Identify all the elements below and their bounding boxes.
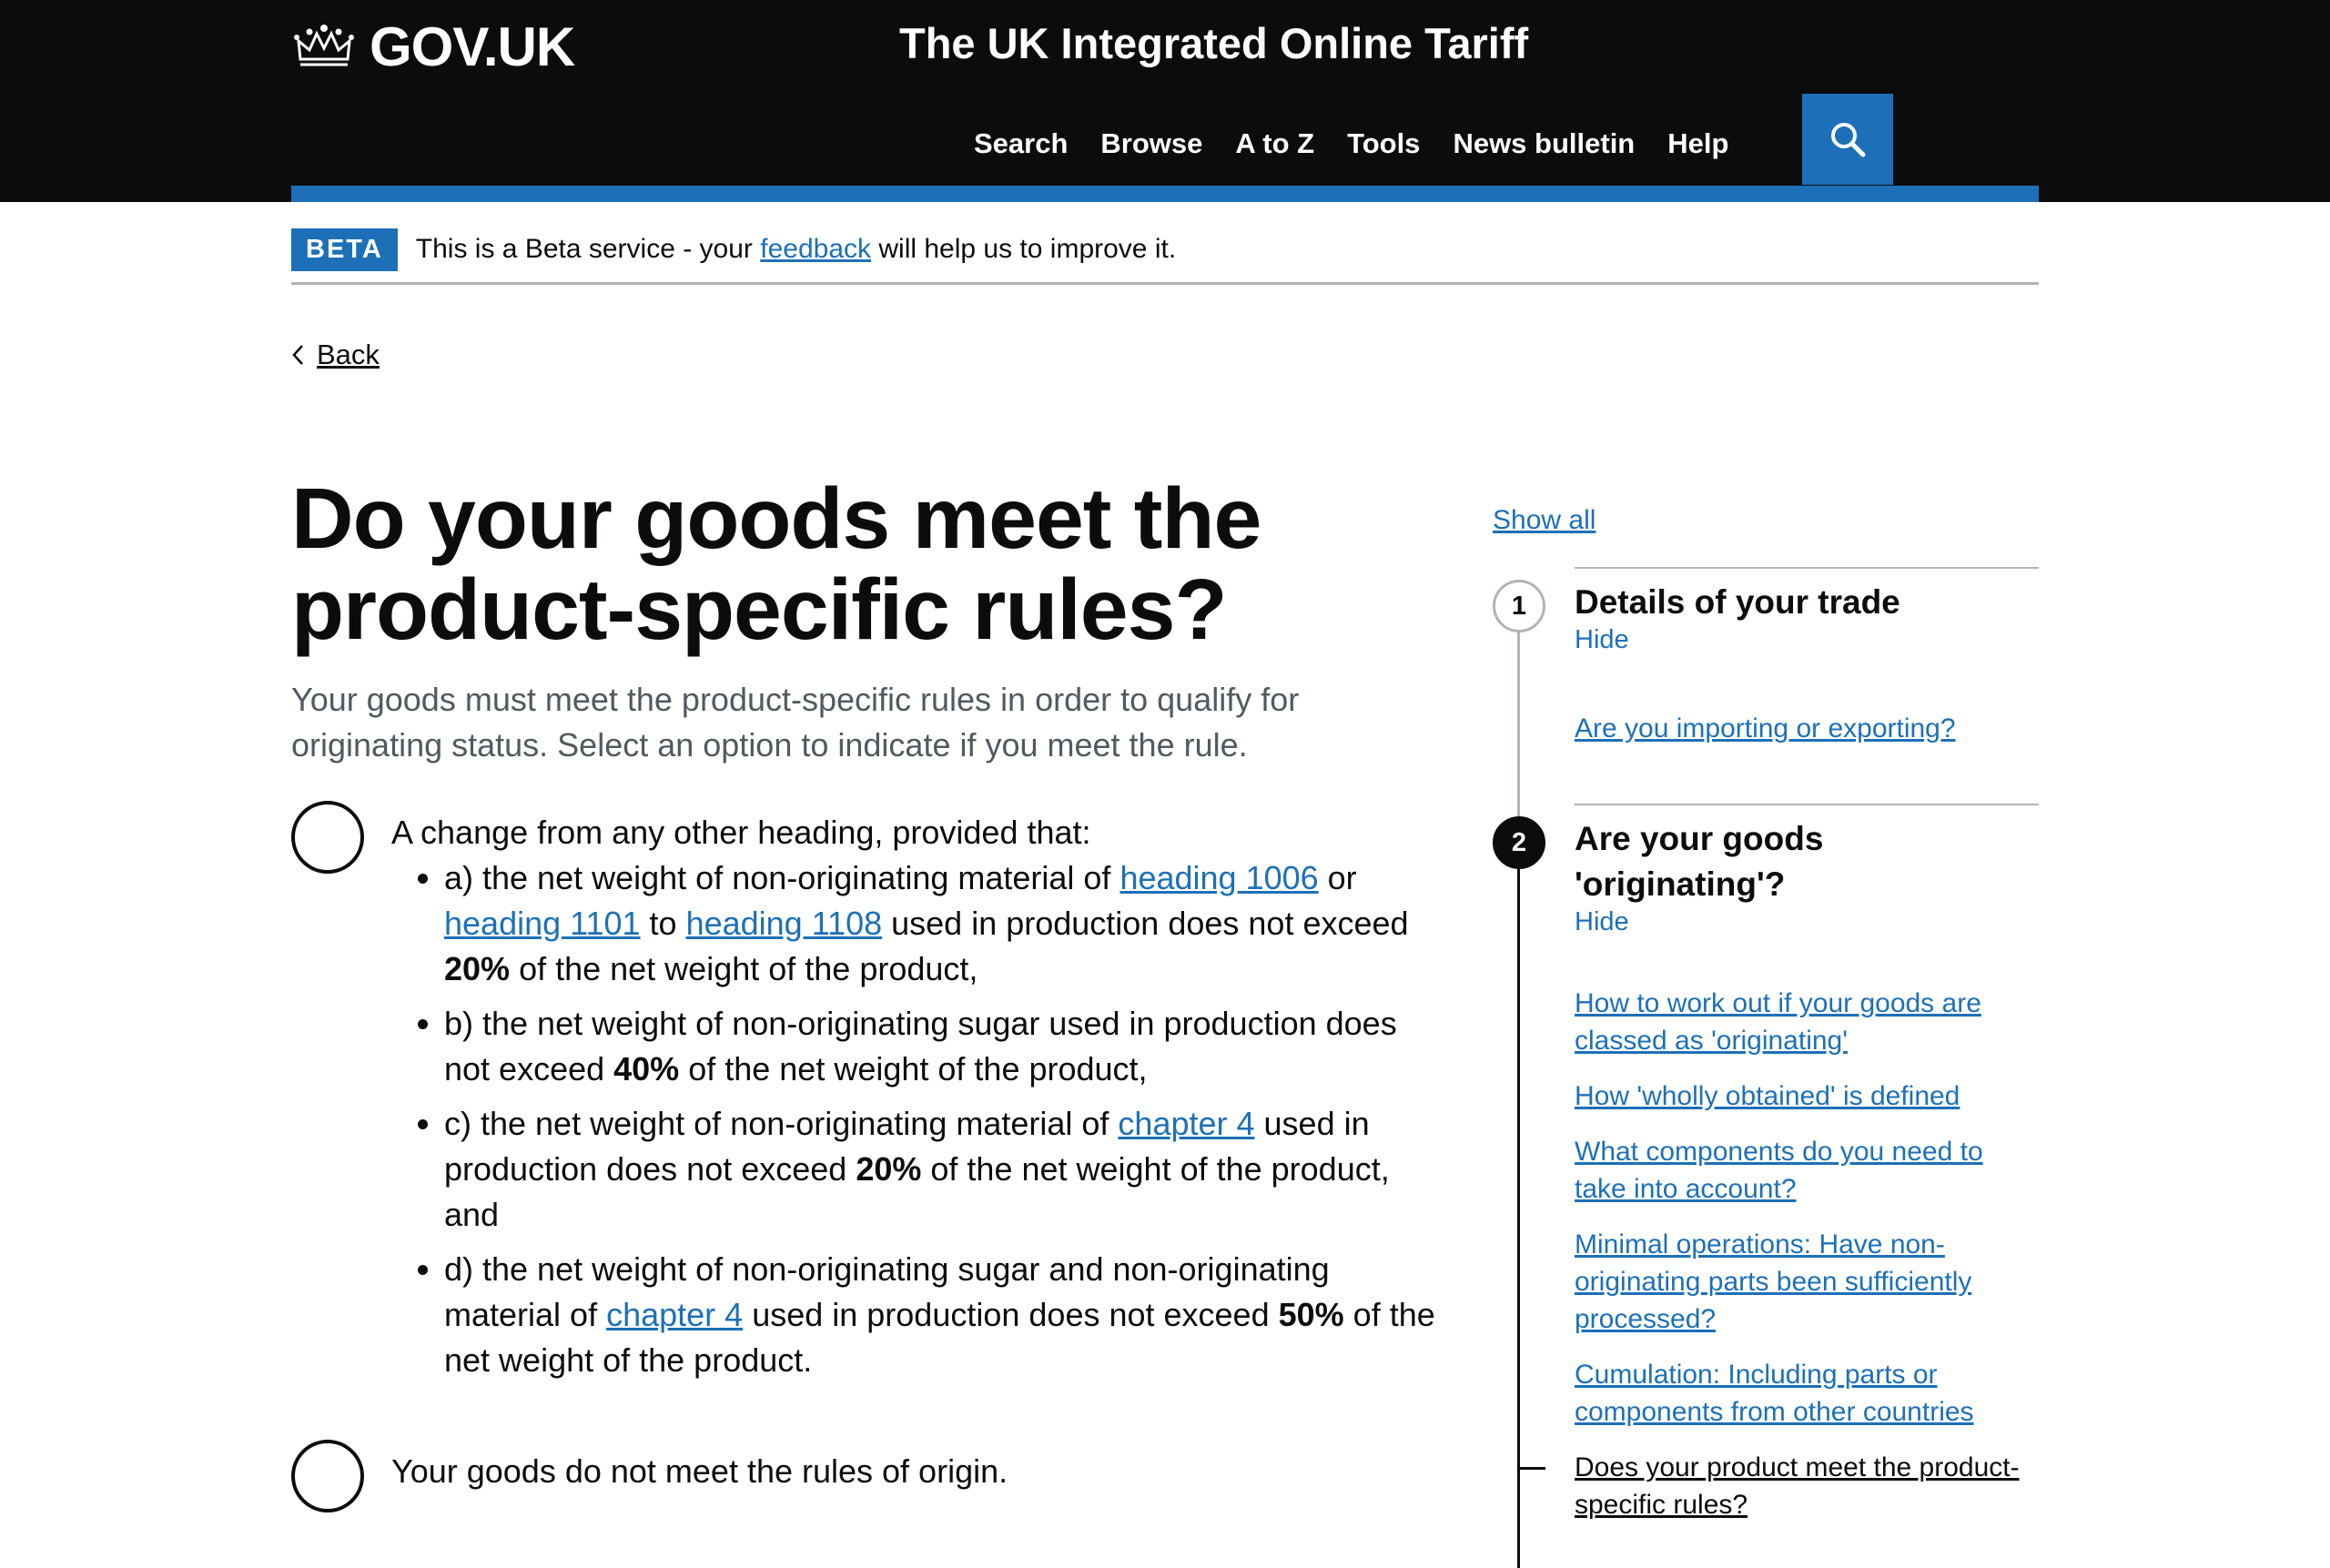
condition-d-percent: 50%: [1278, 1296, 1344, 1333]
radio-meets-rule[interactable]: [291, 801, 364, 874]
step-current-item: Does your product meet the product-speci…: [1518, 1449, 2039, 1523]
heading-1108-link[interactable]: heading 1108: [686, 905, 883, 942]
beta-text-after: will help us to improve it.: [871, 234, 1177, 264]
site-header: GOV.UK The UK Integrated Online Tariff S…: [0, 0, 2330, 202]
rule-conditions-list: a) the net weight of non-originating mat…: [391, 855, 1443, 1383]
chapter-4-link[interactable]: chapter 4: [1118, 1105, 1254, 1142]
step-links: How to work out if your goods are classe…: [1518, 985, 2039, 1523]
condition-b-text-2: of the net weight of the product,: [679, 1050, 1148, 1087]
step-divider: [1575, 567, 2039, 569]
condition-a-text-5: of the net weight of the product,: [510, 950, 978, 987]
step-number-circle: 2: [1493, 816, 1545, 869]
option-intro: A change from any other heading, provide…: [391, 814, 1091, 851]
step-by-step-nav: Show all 1 Details of your trade Hide Ar…: [1493, 505, 2039, 1568]
radio-does-not-meet[interactable]: [291, 1440, 364, 1512]
beta-text-before: This is a Beta service - your: [415, 234, 761, 264]
govuk-logo[interactable]: GOV.UK: [291, 15, 575, 78]
condition-d: d) the net weight of non-originating sug…: [444, 1247, 1443, 1383]
condition-a-text-4: used in production does not exceed: [882, 905, 1409, 942]
chapter-4-link[interactable]: chapter 4: [606, 1296, 743, 1333]
nav-a-to-z[interactable]: A to Z: [1235, 127, 1314, 160]
beta-text: This is a Beta service - your feedback w…: [416, 234, 1176, 265]
nav-browse[interactable]: Browse: [1100, 127, 1202, 160]
nav-help[interactable]: Help: [1667, 127, 1728, 160]
option-does-not-meet-label: Your goods do not meet the rules of orig…: [391, 1452, 1008, 1490]
condition-b: b) the net weight of non-originating sug…: [444, 1001, 1443, 1092]
search-button[interactable]: [1802, 94, 1893, 185]
rule-option-does-not-meet[interactable]: Your goods do not meet the rules of orig…: [291, 1440, 1443, 1512]
step-1: 1 Details of your trade Hide Are you imp…: [1493, 567, 2039, 849]
show-all-link[interactable]: Show all: [1493, 505, 1596, 535]
back-link[interactable]: Back: [317, 339, 380, 371]
step-link-minimal-operations[interactable]: Minimal operations: Have non-originating…: [1575, 1226, 2039, 1338]
crown-icon: [294, 25, 354, 66]
nav-tools[interactable]: Tools: [1347, 127, 1420, 160]
step-title[interactable]: Are your goods 'originating'?: [1575, 816, 2039, 907]
step-number-circle: 1: [1493, 580, 1545, 632]
main-nav: Search Browse A to Z Tools News bulletin…: [974, 127, 1761, 160]
condition-c: c) the net weight of non-originating mat…: [444, 1101, 1443, 1238]
condition-d-text-2: used in production does not exceed: [743, 1296, 1279, 1333]
condition-c-text-1: c) the net weight of non-originating mat…: [444, 1105, 1119, 1142]
beta-banner: BETA This is a Beta service - your feedb…: [291, 217, 2039, 285]
step-link-originating[interactable]: How to work out if your goods are classe…: [1575, 985, 2039, 1059]
beta-tag: BETA: [291, 228, 398, 271]
back-link-container: Back: [291, 339, 380, 371]
step-link-product-specific-rules[interactable]: Does your product meet the product-speci…: [1575, 1449, 2039, 1523]
step-divider: [1575, 804, 2039, 805]
condition-b-percent: 40%: [613, 1050, 680, 1087]
nav-news-bulletin[interactable]: News bulletin: [1453, 127, 1635, 160]
nav-search[interactable]: Search: [974, 127, 1068, 160]
condition-a-text-3: to: [640, 905, 686, 942]
chevron-left-icon: [292, 345, 303, 365]
heading-1101-link[interactable]: heading 1101: [444, 905, 641, 942]
main-content: Do your goods meet the product-specific …: [291, 470, 1443, 1512]
step-hide-toggle[interactable]: Hide: [1575, 625, 2039, 655]
feedback-link[interactable]: feedback: [760, 234, 871, 264]
page-lead: Your goods must meet the product-specifi…: [291, 681, 1300, 764]
step-hide-toggle[interactable]: Hide: [1575, 907, 2039, 937]
logo-text: GOV.UK: [370, 15, 575, 77]
step-link-components[interactable]: What components do you need to take into…: [1575, 1133, 2039, 1208]
condition-a-text-1: a) the net weight of non-originating mat…: [444, 859, 1120, 896]
condition-a-percent: 20%: [444, 950, 511, 987]
step-2: 2 Are your goods 'originating'? Hide How…: [1493, 804, 2039, 1568]
search-icon: [1831, 123, 1866, 157]
condition-a-text-2: or: [1318, 859, 1357, 896]
condition-c-percent: 20%: [856, 1150, 922, 1188]
current-item-marker: [1518, 1467, 1545, 1470]
heading-1006-link[interactable]: heading 1006: [1119, 859, 1318, 896]
step-links: Are you importing or exporting?: [1575, 710, 2039, 747]
header-blue-bar: [291, 186, 2039, 202]
step-link-cumulation[interactable]: Cumulation: Including parts or component…: [1575, 1356, 2039, 1431]
step-link-wholly-obtained[interactable]: How 'wholly obtained' is defined: [1575, 1077, 2039, 1115]
rule-option-meets[interactable]: A change from any other heading, provide…: [291, 801, 1443, 1383]
page-title: Do your goods meet the product-specific …: [291, 470, 1261, 658]
step-connector-line: [1517, 867, 1520, 1568]
step-link-importing-exporting[interactable]: Are you importing or exporting?: [1575, 710, 2039, 747]
step-title[interactable]: Details of your trade: [1575, 580, 2039, 625]
condition-a: a) the net weight of non-originating mat…: [444, 855, 1443, 992]
service-name[interactable]: The UK Integrated Online Tariff: [899, 18, 1528, 68]
